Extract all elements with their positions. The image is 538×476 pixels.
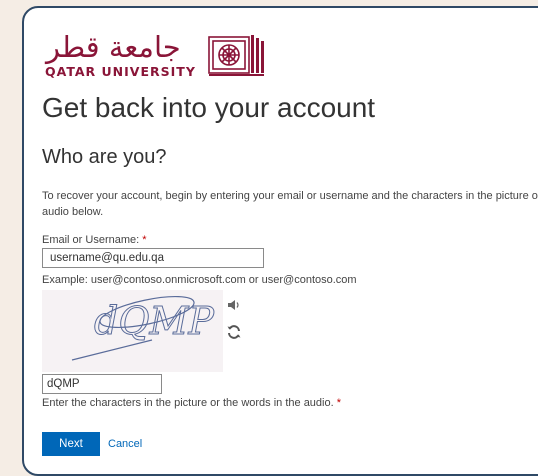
logo-english-text: QATAR UNIVERSITY xyxy=(45,64,196,79)
instructions-text: To recover your account, begin by enteri… xyxy=(42,190,538,218)
cancel-link[interactable]: Cancel xyxy=(108,438,142,450)
recovery-card: جامعة قطر QATAR UNIVERSITY Get back into… xyxy=(22,6,538,476)
logo-arabic-text: جامعة قطر xyxy=(46,30,181,64)
email-example-text: Example: user@contoso.onmicrosoft.com or… xyxy=(42,274,357,286)
page-subtitle: Who are you? xyxy=(42,146,167,168)
captcha-char-d: dQMP xyxy=(94,299,215,343)
captcha-required-mark: * xyxy=(336,397,342,409)
required-mark: * xyxy=(142,234,147,246)
next-button[interactable]: Next xyxy=(42,432,100,456)
email-label-text: Email or Username: xyxy=(42,234,140,246)
email-input[interactable] xyxy=(42,248,264,268)
email-label: Email or Username: * xyxy=(42,234,147,246)
captcha-input[interactable] xyxy=(42,374,162,394)
page-title: Get back into your account xyxy=(42,92,376,123)
captcha-image: dQMP xyxy=(42,290,223,372)
university-emblem-icon xyxy=(208,35,264,76)
refresh-icon[interactable] xyxy=(226,324,242,340)
speaker-icon[interactable] xyxy=(226,297,242,313)
captcha-hint: Enter the characters in the picture or t… xyxy=(42,397,341,409)
captcha-hint-text: Enter the characters in the picture or t… xyxy=(42,397,334,409)
